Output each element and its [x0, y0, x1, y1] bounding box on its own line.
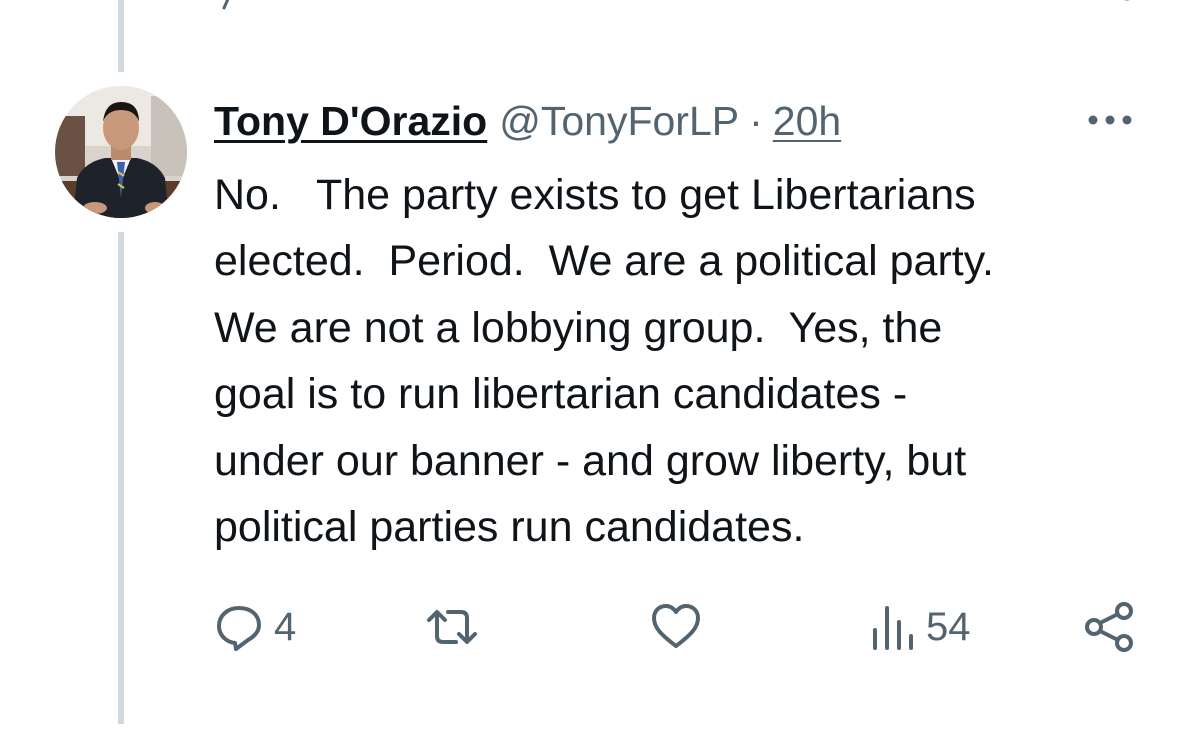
tweet-actions-bar: 4 54 [214, 596, 1164, 658]
author-handle[interactable]: @TonyForLP [499, 96, 739, 146]
share-button[interactable] [1084, 596, 1136, 658]
tweet-text-line: under our banner - and grow liberty, but [214, 436, 967, 485]
like-button[interactable] [650, 596, 712, 658]
reply-count: 4 [274, 604, 297, 649]
heart-icon [652, 604, 700, 648]
views-bar-chart-icon [873, 606, 913, 650]
avatar[interactable] [55, 86, 187, 218]
tweet-timestamp[interactable]: 20h [773, 96, 841, 146]
thread-connector-bottom [118, 232, 124, 724]
reply-button[interactable]: 4 [214, 596, 296, 658]
more-horizontal-icon [1088, 115, 1132, 125]
tweet-text: No. The party exists to get Libertarians… [214, 162, 1174, 560]
previous-tweet-fragment [220, 0, 240, 12]
tweet-text-line: No. The party exists to get Libertarians [214, 171, 976, 219]
reply-icon [217, 606, 261, 651]
tweet-text-line: goal is to run libertarian candidates - [214, 370, 908, 419]
views-button[interactable]: 54 [870, 596, 971, 658]
tweet-header: Tony D'Orazio @TonyForLP · 20h [214, 96, 841, 146]
more-options-button[interactable] [1080, 100, 1140, 140]
thread-connector-top [118, 0, 124, 72]
tweet-text-line: political parties run candidates. [214, 503, 805, 552]
person-photo-avatar-icon [55, 86, 187, 218]
previous-tweet-icon-fragment [1116, 0, 1138, 8]
header-separator: · [749, 98, 763, 144]
share-icon [1085, 602, 1133, 652]
retweet-button[interactable] [424, 596, 490, 658]
tweet-text-line: elected. Period. We are a political part… [214, 237, 994, 286]
retweet-icon [427, 610, 477, 644]
author-display-name[interactable]: Tony D'Orazio [214, 96, 487, 146]
views-count: 54 [926, 604, 971, 649]
tweet-text-line: We are not a lobbying group. Yes, the [214, 303, 943, 352]
